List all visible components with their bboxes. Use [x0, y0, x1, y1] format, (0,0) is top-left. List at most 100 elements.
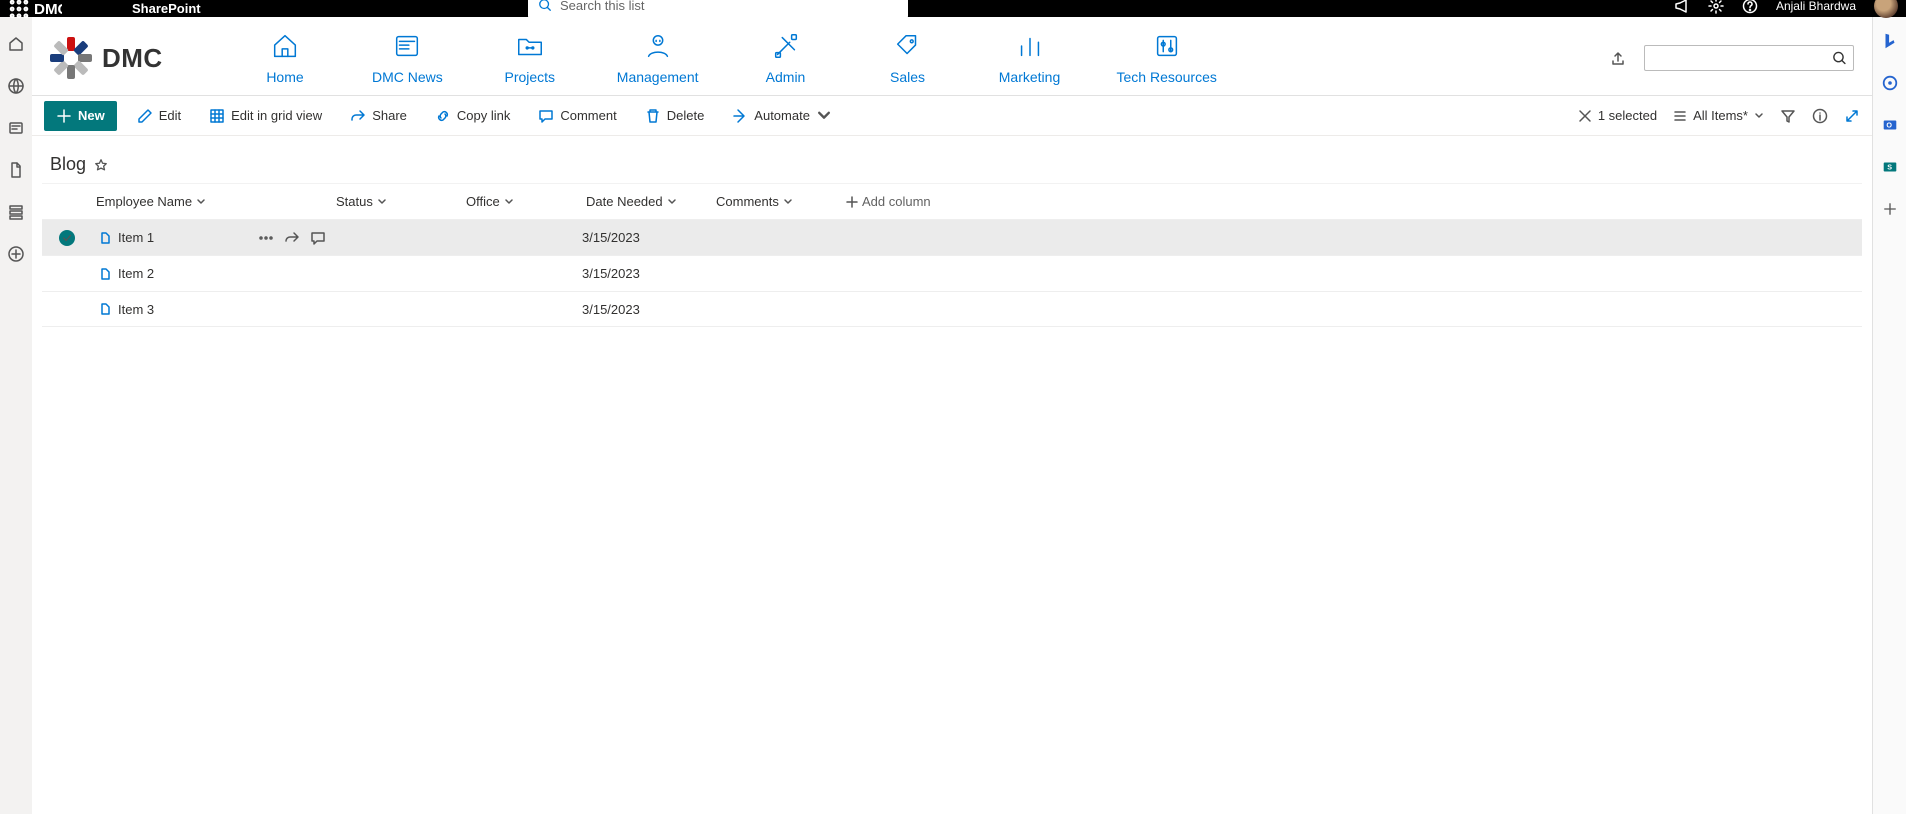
help-icon[interactable] [1742, 0, 1758, 14]
sharepoint-brand-icon: DMC [34, 0, 62, 17]
suite-user-name: Anjali Bhardwa [1776, 0, 1856, 13]
topnav-tech[interactable]: Tech Resources [1117, 31, 1217, 85]
sp-create-icon[interactable] [7, 245, 25, 263]
topnav-marketing[interactable]: Marketing [995, 31, 1065, 85]
copy-link-button[interactable]: Copy link [427, 101, 518, 131]
svg-text:O: O [1886, 121, 1892, 130]
sp-lists-icon[interactable] [7, 203, 25, 221]
sliders-icon [1152, 31, 1182, 61]
topnav-label: Admin [766, 69, 806, 85]
svg-text:DMC: DMC [34, 1, 62, 17]
topnav-home[interactable]: Home [250, 31, 320, 85]
list: Employee Name Status Office Date Needed … [32, 183, 1872, 327]
copy-link-button-label: Copy link [457, 108, 510, 123]
tools-icon [771, 31, 801, 61]
row-date: 3/15/2023 [582, 266, 712, 281]
row-overflow-icon[interactable] [258, 230, 274, 246]
topnav-label: Tech Resources [1117, 69, 1217, 85]
topnav-label: Marketing [999, 69, 1060, 85]
automate-button[interactable]: Automate [724, 101, 840, 131]
column-header-office[interactable]: Office [462, 188, 582, 215]
comment-button[interactable]: Comment [530, 101, 624, 131]
delete-button[interactable]: Delete [637, 101, 713, 131]
delete-button-label: Delete [667, 108, 705, 123]
row-date: 3/15/2023 [582, 230, 712, 245]
site-header: DMC Home DMC News Projects Management Ad… [32, 17, 1872, 96]
site-search[interactable] [1644, 45, 1854, 71]
site-logo-text: DMC [102, 43, 163, 74]
sp-files-icon[interactable] [7, 161, 25, 179]
share-site-icon[interactable] [1610, 50, 1626, 66]
share-button[interactable]: Share [342, 101, 415, 131]
topnav-management[interactable]: Management [617, 31, 699, 85]
row-name: Item 3 [118, 302, 154, 317]
topnav-news[interactable]: DMC News [372, 31, 443, 85]
sp-home-icon[interactable] [7, 35, 25, 53]
share-button-label: Share [372, 108, 407, 123]
row-name: Item 1 [118, 230, 154, 245]
edit-button-label: Edit [159, 108, 181, 123]
bing-icon[interactable] [1880, 31, 1900, 51]
list-row[interactable]: Item 2 3/15/2023 [42, 255, 1862, 291]
row-select[interactable] [42, 230, 92, 246]
edit-grid-button[interactable]: Edit in grid view [201, 101, 330, 131]
copilot-icon[interactable] [1880, 73, 1900, 93]
row-comment-icon[interactable] [310, 230, 326, 246]
list-row[interactable]: Item 3 3/15/2023 [42, 291, 1862, 327]
expand-icon[interactable] [1844, 108, 1860, 124]
favorite-star-icon[interactable] [94, 158, 108, 172]
sp-globe-icon[interactable] [7, 77, 25, 95]
view-selector[interactable]: All Items* [1673, 108, 1764, 123]
edit-button[interactable]: Edit [129, 101, 189, 131]
site-logo[interactable]: DMC [50, 37, 210, 79]
row-date: 3/15/2023 [582, 302, 712, 317]
column-header-comments[interactable]: Comments [712, 188, 842, 215]
row-name: Item 2 [118, 266, 154, 281]
topnav-sales[interactable]: Sales [873, 31, 943, 85]
list-row[interactable]: Item 1 3/15/2023 [42, 219, 1862, 255]
sharepoint-icon[interactable]: S [1880, 157, 1900, 177]
topnav-label: Home [266, 69, 303, 85]
topnav-admin[interactable]: Admin [751, 31, 821, 85]
folder-icon [515, 31, 545, 61]
settings-icon[interactable] [1708, 0, 1724, 14]
main-content: DMC Home DMC News Projects Management Ad… [32, 17, 1872, 814]
automate-button-label: Automate [754, 108, 810, 123]
column-header-status[interactable]: Status [332, 188, 462, 215]
comment-button-label: Comment [560, 108, 616, 123]
outlook-icon[interactable]: O [1880, 115, 1900, 135]
person-icon [643, 31, 673, 61]
svg-text:S: S [1887, 163, 1892, 172]
item-icon [98, 267, 112, 281]
new-button[interactable]: New [44, 101, 117, 131]
home-icon [270, 31, 300, 61]
filter-icon[interactable] [1780, 108, 1796, 124]
tag-icon [893, 31, 923, 61]
site-search-input[interactable] [1651, 51, 1832, 66]
topnav-label: Projects [504, 69, 555, 85]
add-column[interactable]: Add column [842, 188, 1022, 215]
suite-bar: DMC SharePoint Search this list Anjali B… [0, 0, 1906, 17]
clear-selection[interactable]: 1 selected [1578, 108, 1657, 123]
user-avatar[interactable] [1874, 0, 1898, 18]
list-title: Blog [50, 154, 86, 175]
item-icon [98, 302, 112, 316]
topnav-label: Management [617, 69, 699, 85]
topnav-label: DMC News [372, 69, 443, 85]
news-icon [392, 31, 422, 61]
site-logo-icon [50, 37, 92, 79]
suite-search-placeholder: Search this list [560, 0, 645, 13]
topnav-projects[interactable]: Projects [495, 31, 565, 85]
suite-icon-megaphone[interactable] [1674, 0, 1690, 14]
suite-search[interactable]: Search this list [528, 0, 908, 20]
sharepoint-app-bar [0, 17, 32, 814]
row-share-icon[interactable] [284, 230, 300, 246]
app-launcher-icon[interactable] [8, 0, 30, 20]
info-icon[interactable] [1812, 108, 1828, 124]
edge-sidebar: O S [1872, 17, 1906, 814]
column-header-date-needed[interactable]: Date Needed [582, 188, 712, 215]
sp-news-icon[interactable] [7, 119, 25, 137]
add-app-icon[interactable] [1880, 199, 1900, 219]
selected-count: 1 selected [1598, 108, 1657, 123]
column-header-employee[interactable]: Employee Name [92, 188, 332, 215]
